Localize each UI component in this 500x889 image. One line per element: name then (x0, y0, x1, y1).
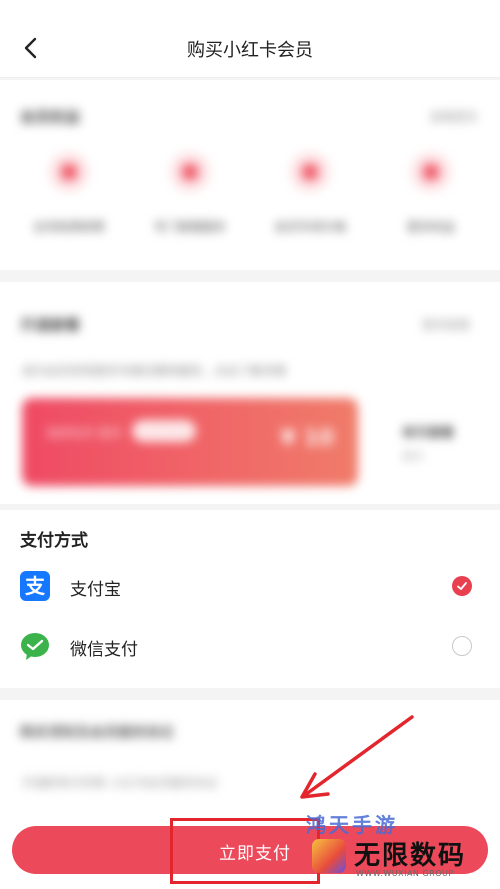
plan-note: 成为会员享受更多专属优惠和服务，点击了解详情 (22, 364, 287, 378)
payment-option-wechat[interactable]: 微信支付 (0, 618, 500, 674)
watermark-logo-icon (312, 839, 346, 873)
page-title: 购买小红卡会员 (187, 40, 313, 61)
benefits-heading: 会员权益 (20, 108, 81, 126)
benefit-icon (169, 152, 210, 192)
watermark-top-text: 鸿天手游 (306, 813, 398, 837)
plan-alt-sub: 原价 (402, 450, 424, 463)
benefit-item[interactable]: 会员专享价格 (255, 152, 365, 235)
annotation-highlight-box (170, 818, 320, 884)
benefits-more-link[interactable]: 查看更多 (430, 108, 478, 125)
benefit-item[interactable]: 更多权益 (376, 152, 486, 235)
payment-option-label: 支付宝 (70, 580, 121, 600)
benefit-label: 更多权益 (406, 220, 455, 234)
watermark-main-text: 无限数码 (354, 841, 467, 871)
payment-option-label: 微信支付 (70, 640, 138, 660)
plan-more-link[interactable]: 更多套餐 (422, 316, 470, 333)
radio-unchecked-icon[interactable] (452, 636, 472, 656)
payment-option-alipay[interactable]: 支 支付宝 (0, 558, 500, 614)
member-benefits-section: 会员权益 查看更多 全场免费邮费 专门客服服务 会员专享价格 更多权益 (0, 80, 500, 270)
service-agreement-text[interactable]: 开通即表示同意 小红书会员服务协议 (22, 774, 218, 791)
watermark-sub-text: WWW.WUXIAN GROUP (356, 869, 454, 878)
top-nav-bar: 购买小红卡会员 (0, 18, 500, 78)
purchase-notes-heading: 购买须知及会员服务协议 (20, 725, 174, 741)
radio-checked-icon[interactable] (452, 576, 472, 596)
benefits-list: 全场免费邮费 专门客服服务 会员专享价格 更多权益 (0, 152, 500, 235)
watermark: 鸿天手游 无限数码 WWW.WUXIAN GROUP (302, 809, 492, 885)
benefit-icon (290, 152, 331, 192)
payment-method-section: 支付方式 支 支付宝 微信支付 (0, 510, 500, 688)
plan-heading: 开通套餐 (20, 316, 81, 334)
benefit-item[interactable]: 全场免费邮费 (14, 152, 124, 235)
plan-alt-title[interactable]: 单月套餐 (402, 422, 454, 441)
wechat-pay-icon (20, 631, 50, 661)
benefit-icon (410, 152, 451, 192)
membership-plan-section: 开通套餐 更多套餐 成为会员享受更多专属优惠和服务，点击了解详情 连续包月 首月… (0, 282, 500, 504)
plan-card-text: 连续包月 首月 (46, 426, 122, 440)
benefit-item[interactable]: 专门客服服务 (135, 152, 245, 235)
benefit-label: 会员专享价格 (274, 220, 347, 234)
payment-method-title: 支付方式 (20, 531, 88, 551)
purchase-notes-section: 购买须知及会员服务协议 开通即表示同意 小红书会员服务协议 (0, 700, 500, 812)
plan-card-price: ¥ 10 (280, 426, 334, 451)
plan-card-badge (132, 420, 196, 442)
plan-card-selected[interactable]: 连续包月 首月 ¥ 10 (22, 398, 358, 486)
benefit-icon (49, 152, 89, 192)
alipay-icon: 支 (20, 571, 50, 601)
benefit-label: 专门客服服务 (153, 220, 226, 234)
benefit-label: 全场免费邮费 (32, 220, 105, 234)
status-bar (0, 0, 500, 18)
